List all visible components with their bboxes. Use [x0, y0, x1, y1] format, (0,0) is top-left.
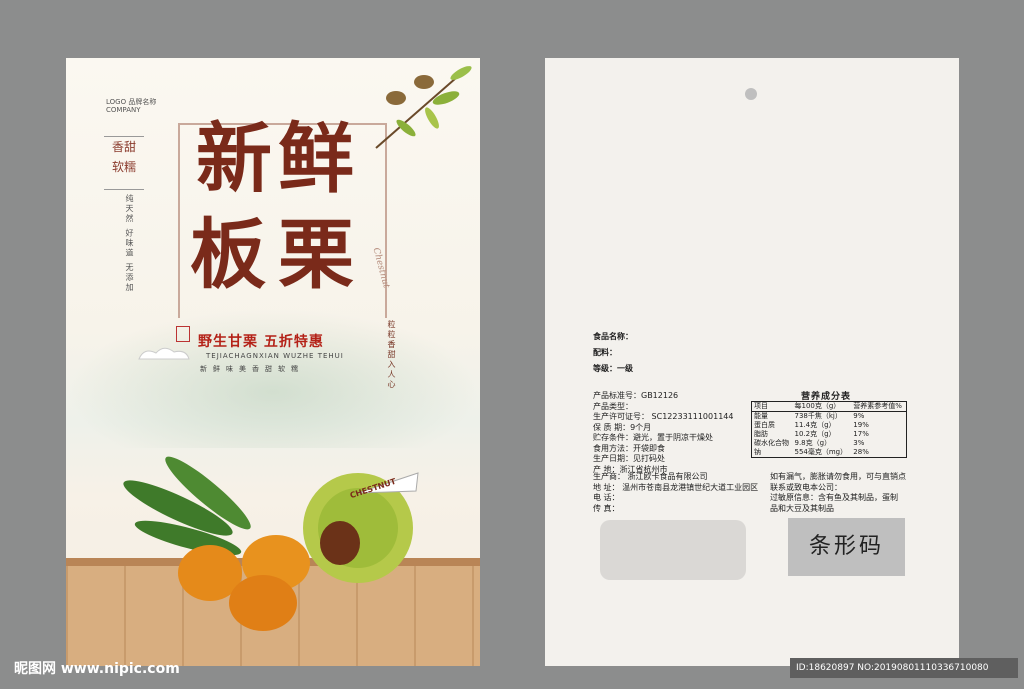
nutrient-nrv: 19% — [853, 421, 869, 429]
seal-stamp — [176, 326, 190, 342]
tag-line-2: 软糯 — [111, 160, 136, 174]
info-line: 产品类型： — [593, 401, 633, 411]
logo: LOGO 品牌名称 COMPANY — [106, 98, 156, 114]
nutrient-name: 碳水化合物 — [754, 439, 789, 447]
maker-line: 电 话： — [593, 493, 620, 502]
tag-box: 香甜 软糯 — [104, 136, 144, 190]
title-char-ban: 板 — [190, 210, 266, 299]
vertical-small-text: 纯天然 好味道 无添加 — [125, 194, 134, 294]
chestnut-branch-illustration — [375, 66, 472, 149]
back-label: 食品名称： 配料： 等级：一级 产品标准号：GB12126 产品类型： 生产许可… — [545, 58, 959, 666]
nutrition-table: 项目 每100克（g） 营养素参考值% 能量 738千焦（kj） 9% 蛋白质 … — [751, 401, 907, 458]
nutrient-amount: 11.4克（g） — [794, 421, 836, 429]
nutrient-nrv: 9% — [853, 412, 865, 420]
table-row: 钠 554毫克（mg） 28% — [752, 448, 907, 458]
notice-line: 联系或致电本公司： — [770, 482, 842, 492]
slogan: 野生甘栗 五折特惠 — [198, 334, 324, 350]
nutrient-amount: 10.2克（g） — [794, 430, 836, 438]
logo-company: COMPANY — [106, 106, 141, 114]
small-line: 新鲜味美香甜软糯 — [200, 365, 304, 373]
table-row: 碳水化合物 9.8克（g） 3% — [752, 439, 907, 448]
nutrient-name: 蛋白质 — [754, 421, 775, 429]
title-char-xian: 鲜 — [278, 114, 354, 203]
hang-hole — [745, 88, 757, 100]
nutrition-header: 营养素参考值% — [851, 401, 907, 412]
maker-line: 传 真： — [593, 503, 620, 513]
nutrient-name: 能量 — [754, 412, 768, 420]
watermark-id: ID:18620897 NO:20190801110336710080 — [790, 658, 1018, 678]
logo-text: LOGO 品牌名称 — [106, 98, 157, 106]
notice-line: 品和大豆及其制品 — [770, 503, 834, 513]
front-poster: LOGO 品牌名称 COMPANY 香甜 软糯 纯天然 好味道 无添加 新 鲜 … — [66, 58, 480, 666]
table-row: 脂肪 10.2克（g） 17% — [752, 430, 907, 439]
grade-label: 等级：一级 — [593, 364, 633, 373]
info-line: 食用方法：开袋即食 — [593, 443, 665, 453]
nutrition-header: 每100克（g） — [792, 401, 852, 412]
pinyin-line: TEJIACHAGNXIAN WUZHE TEHUI — [206, 352, 344, 360]
info-line: 保 质 期：9个月 — [593, 422, 652, 432]
cloud-icon — [138, 347, 190, 360]
nutrient-name: 脂肪 — [754, 430, 768, 438]
title-char-li: 栗 — [278, 210, 354, 299]
notice-block: 如有漏气，膨胀请勿食用，可与直销点 联系或致电本公司： 过敏原信息：含有鱼及其制… — [770, 472, 906, 514]
nutrient-nrv: 17% — [853, 430, 869, 438]
nutrition-header: 项目 — [751, 401, 793, 412]
table-row: 能量 738千焦（kj） 9% — [752, 412, 907, 422]
info-line: 产品标准号：GB12126 — [593, 391, 679, 400]
notice-line: 过敏原信息：含有鱼及其制品，蛋制 — [770, 493, 898, 502]
nutrient-amount: 738千焦（kj） — [794, 412, 842, 420]
nutrition-header-row: 项目 每100克（g） 营养素参考值% — [751, 401, 907, 412]
nutrient-amount: 9.8克（g） — [794, 439, 832, 447]
nutrient-nrv: 3% — [853, 439, 865, 447]
table-row: 蛋白质 11.4克（g） 19% — [752, 421, 907, 430]
maker-line: 地 址： 温州市苍南县龙港镇世纪大道工业园区 — [593, 482, 759, 492]
notice-line: 如有漏气，膨胀请勿食用，可与直销点 — [770, 472, 906, 481]
watermark-site: 昵图网 www.nipic.com — [14, 661, 180, 677]
tag-line-1: 香甜 — [111, 140, 136, 154]
ingredients-label: 配料： — [593, 348, 617, 357]
info-line: 贮存条件：避光，置于阴凉干燥处 — [593, 433, 713, 442]
maker-line: 生产商： 浙江欧卡食品有限公司 — [593, 472, 708, 481]
nutrient-amount: 554毫克（mg） — [794, 448, 848, 456]
mountain-mist — [66, 308, 480, 448]
date-print-area — [600, 520, 746, 580]
maker-info-block: 生产商： 浙江欧卡食品有限公司 地 址： 温州市苍南县龙港镇世纪大道工业园区 电… — [593, 472, 758, 514]
product-info-block: 产品标准号：GB12126 产品类型： 生产许可证号： SC1223311100… — [593, 391, 733, 475]
food-name-label: 食品名称： — [593, 332, 633, 341]
vertical-slogan: 粒粒香甜入人心 — [387, 320, 396, 390]
title-char-xin: 新 — [196, 114, 272, 203]
info-line: 生产许可证号： SC12233111001144 — [593, 412, 734, 421]
barcode-placeholder: 条形码 — [788, 518, 905, 576]
nutrient-nrv: 28% — [853, 448, 869, 456]
nutrient-name: 钠 — [754, 448, 761, 456]
info-line: 生产日期：见打码处 — [593, 454, 665, 463]
